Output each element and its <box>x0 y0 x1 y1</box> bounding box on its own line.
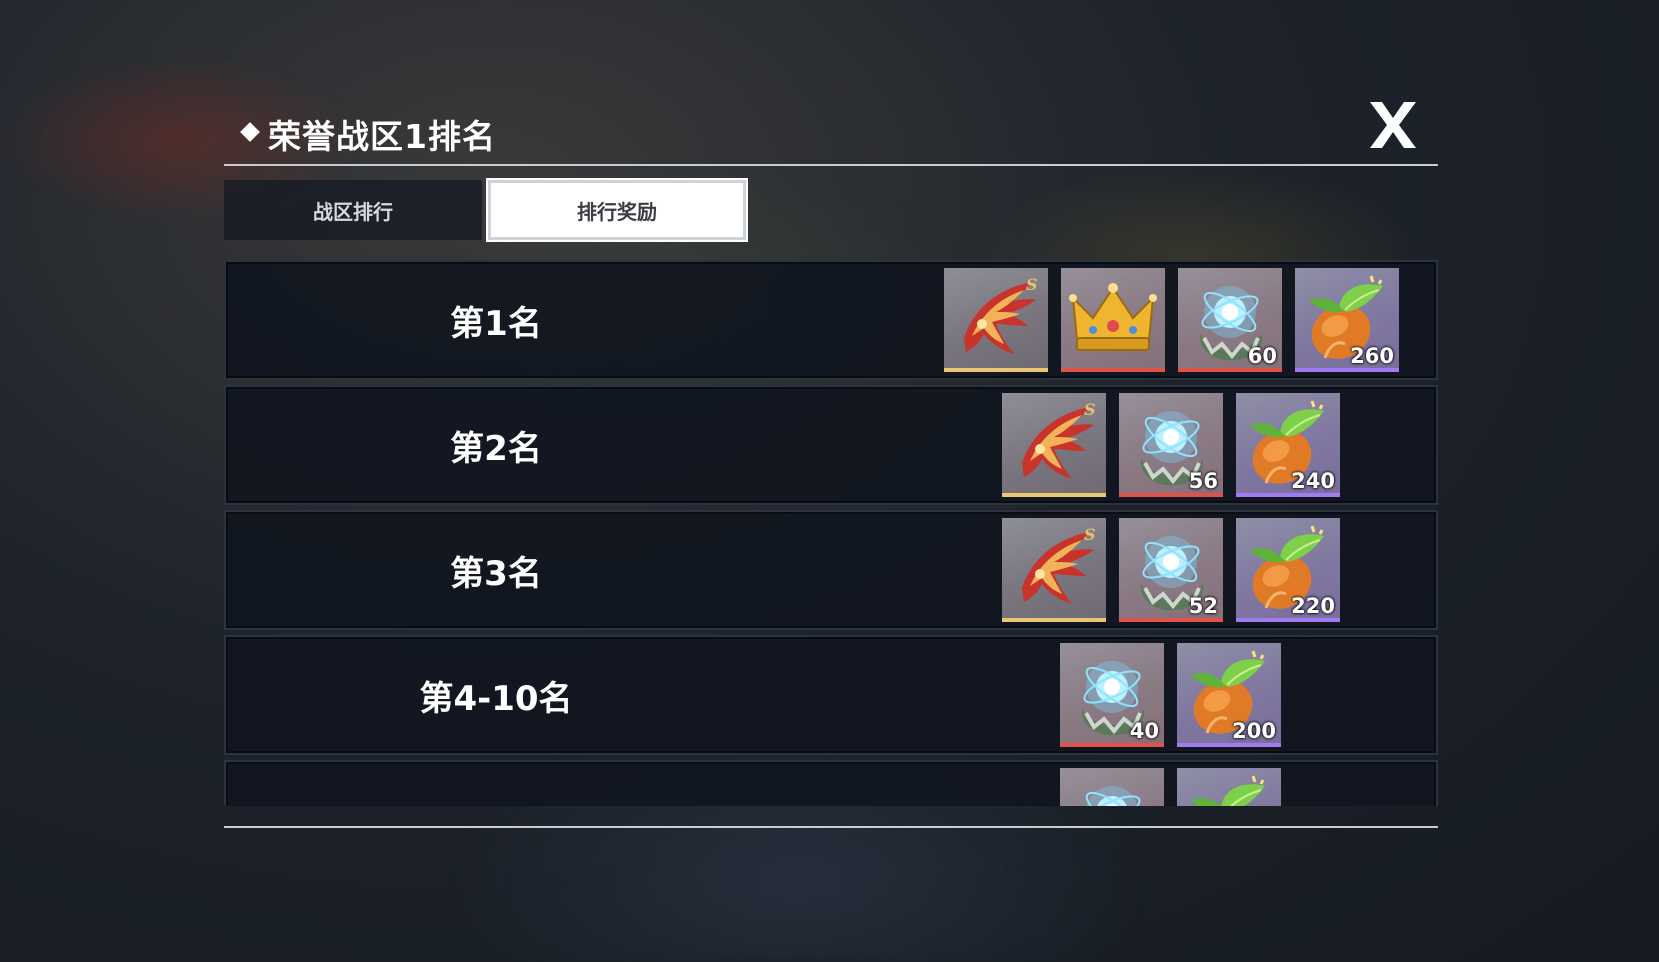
reward-row: 第4-10名 40 200 <box>224 635 1438 755</box>
panel-header: 荣誉战区1排名 <box>224 92 1438 166</box>
rank-label: 第4-10名 <box>419 678 573 719</box>
item-count: 220 <box>1291 594 1335 618</box>
reward-item[interactable]: 52 <box>1119 518 1223 622</box>
tab-ranking-rewards[interactable]: 排行奖励 <box>486 178 748 242</box>
reward-item[interactable]: 56 <box>1119 393 1223 497</box>
rank-label: 第1名 <box>450 303 542 344</box>
reward-list[interactable]: 第1名 S 60 260 第2名 S 56 240 第3名 S 52 220 第… <box>224 260 1438 806</box>
reward-item[interactable]: S <box>1002 393 1106 497</box>
item-count: 52 <box>1188 594 1218 618</box>
svg-text:S: S <box>1026 275 1038 294</box>
reward-item[interactable]: 240 <box>1236 393 1340 497</box>
panel-title: 荣誉战区1排名 <box>268 117 496 156</box>
reward-row: 第3名 S 52 220 <box>224 510 1438 630</box>
rank-label: 第2名 <box>450 428 542 469</box>
reward-row: 第2名 S 56 240 <box>224 385 1438 505</box>
reward-item[interactable] <box>1177 768 1281 806</box>
reward-items: S 52 220 <box>1002 518 1340 624</box>
reward-item[interactable]: S <box>1002 518 1106 622</box>
divider <box>224 826 1438 828</box>
reward-items: S 56 240 <box>1002 393 1340 499</box>
tab-zone-ranking[interactable]: 战区排行 <box>224 180 482 240</box>
reward-item[interactable]: 220 <box>1236 518 1340 622</box>
rank-label: 第3名 <box>450 553 542 594</box>
reward-item[interactable] <box>1060 768 1164 806</box>
reward-item[interactable]: 200 <box>1177 643 1281 747</box>
reward-row: 第1名 S 60 260 <box>224 260 1438 380</box>
reward-item[interactable]: S <box>944 268 1048 372</box>
reward-items: 40 200 <box>1060 643 1281 749</box>
diamond-icon <box>240 122 260 142</box>
reward-item[interactable]: 40 <box>1060 643 1164 747</box>
svg-text:S: S <box>1084 400 1096 419</box>
item-count: 200 <box>1232 719 1276 743</box>
ranking-panel: 荣誉战区1排名 战区排行 排行奖励 第1名 S 60 260 第2名 S 56 … <box>224 92 1438 832</box>
close-button[interactable] <box>1366 98 1420 152</box>
reward-item[interactable]: 260 <box>1295 268 1399 372</box>
item-count: 60 <box>1247 344 1277 368</box>
reward-items: S 60 260 <box>944 268 1399 374</box>
tab-bar: 战区排行 排行奖励 <box>224 178 748 242</box>
reward-items <box>1060 768 1281 806</box>
item-count: 40 <box>1129 719 1159 743</box>
item-count: 260 <box>1350 344 1394 368</box>
reward-item[interactable] <box>1061 268 1165 372</box>
item-count: 56 <box>1188 469 1218 493</box>
item-count: 240 <box>1291 469 1335 493</box>
svg-text:S: S <box>1084 525 1096 544</box>
reward-row <box>224 760 1438 806</box>
rank-label <box>226 762 766 806</box>
close-icon <box>1370 102 1416 148</box>
reward-item[interactable]: 60 <box>1178 268 1282 372</box>
